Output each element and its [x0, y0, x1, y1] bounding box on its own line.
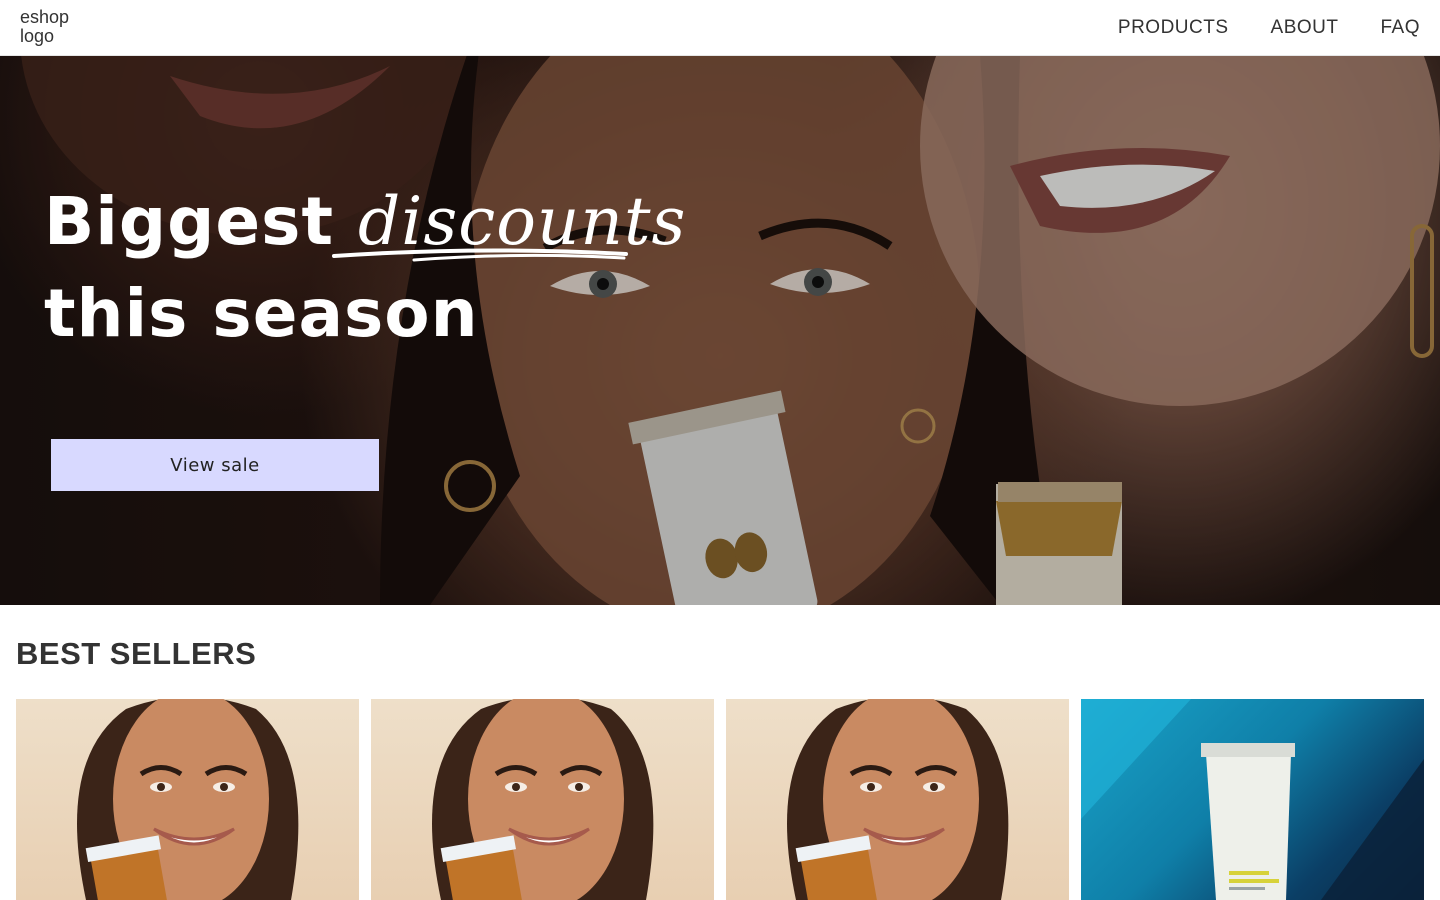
hero-title-plain: Biggest [44, 183, 358, 260]
product-card[interactable] [16, 699, 359, 900]
product-image [1081, 699, 1424, 900]
product-card[interactable] [1081, 699, 1424, 900]
product-image [77, 699, 299, 900]
product-image [787, 699, 1009, 900]
product-card[interactable] [371, 699, 714, 900]
product-grid [16, 699, 1424, 900]
hero-title-line2: this season [44, 275, 479, 352]
accent-underline-icon [332, 248, 628, 262]
nav-products[interactable]: PRODUCTS [1118, 17, 1229, 39]
main-nav: PRODUCTS ABOUT FAQ [1118, 17, 1420, 39]
best-sellers-title: BEST SELLERS [16, 636, 257, 671]
nav-faq[interactable]: FAQ [1380, 17, 1420, 39]
hero-banner: Biggest discounts this season View sale [0, 56, 1440, 605]
nav-about[interactable]: ABOUT [1271, 17, 1339, 39]
site-header: eshop logo PRODUCTS ABOUT FAQ [0, 0, 1440, 56]
hero-title: Biggest discounts this season [44, 176, 686, 360]
product-image [432, 699, 654, 900]
eshop-logo[interactable]: eshop logo [20, 8, 90, 46]
view-sale-button[interactable]: View sale [51, 439, 379, 491]
product-card[interactable] [726, 699, 1069, 900]
